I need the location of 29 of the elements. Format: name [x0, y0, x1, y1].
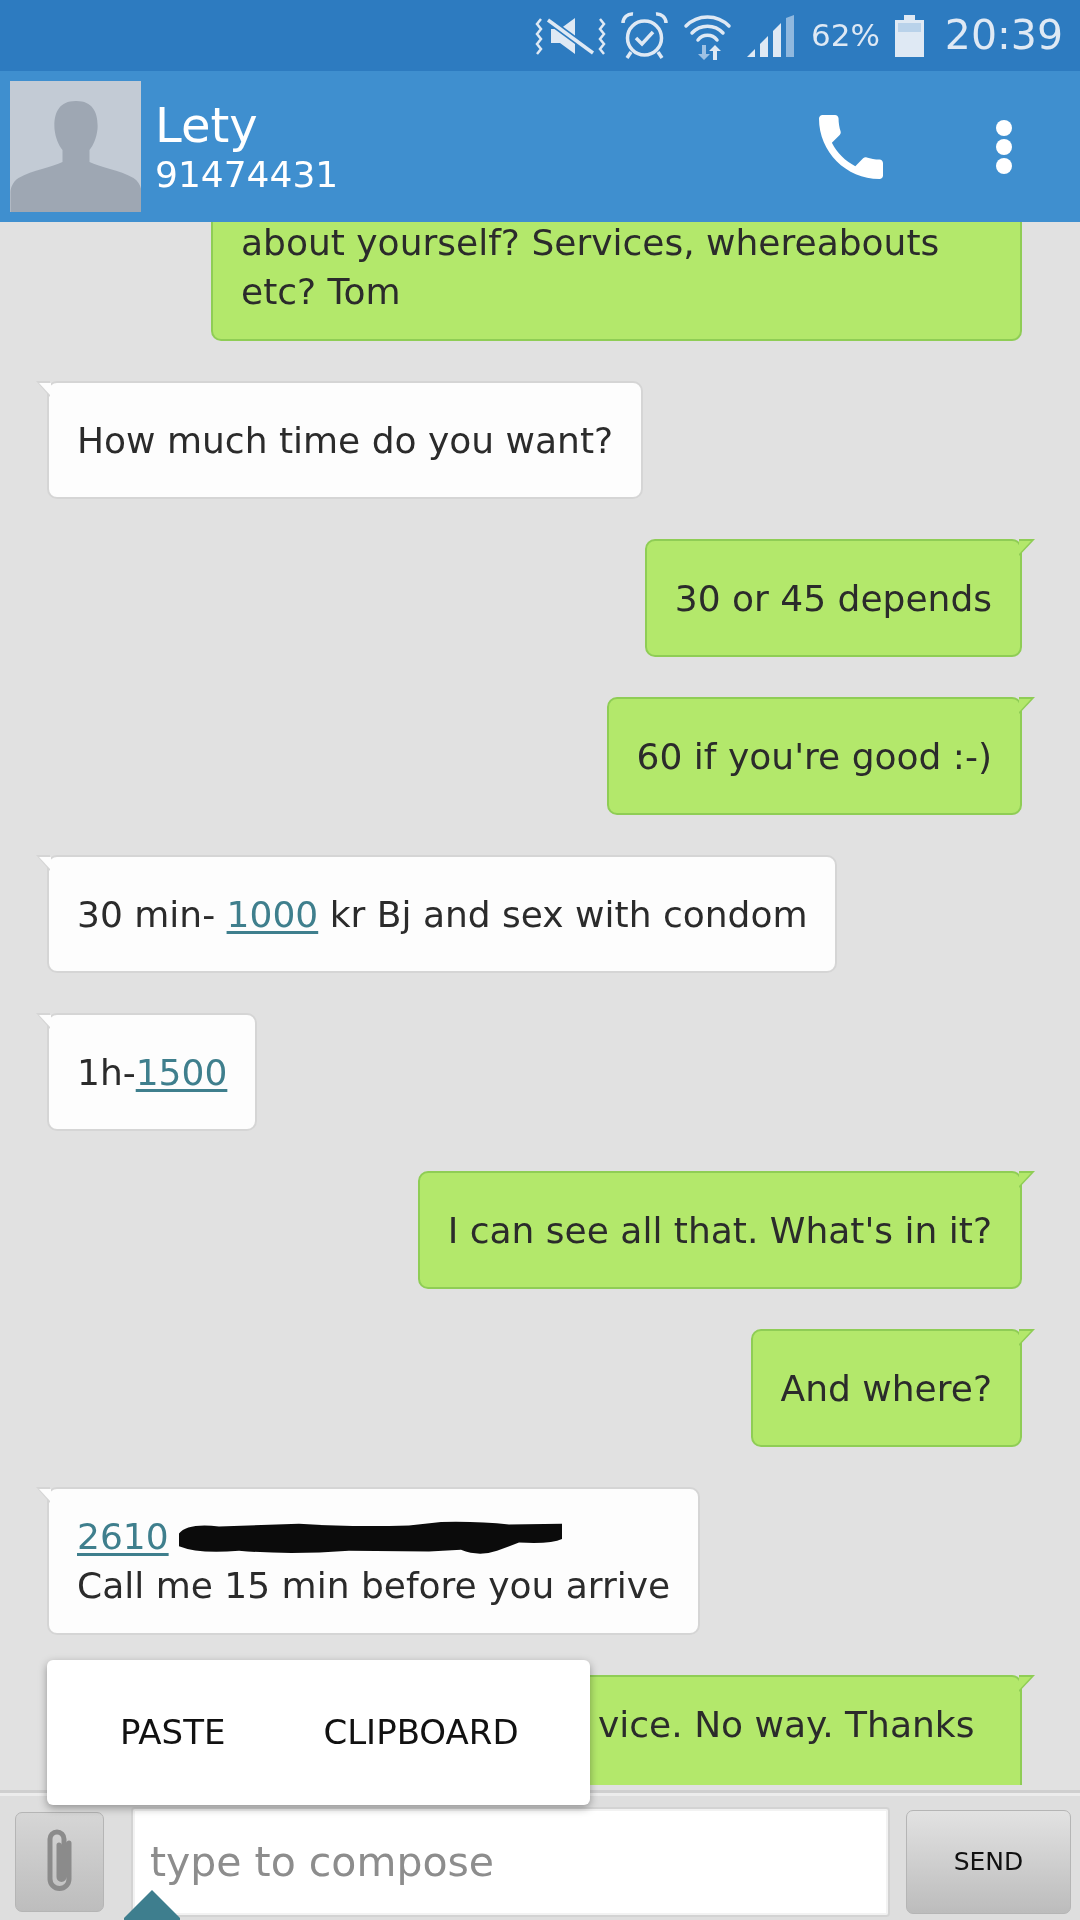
attach-button[interactable] — [15, 1811, 104, 1912]
contact-name: Lety — [155, 96, 258, 153]
message-input[interactable]: type to compose — [131, 1806, 890, 1917]
cursor-handle-icon[interactable] — [124, 1890, 180, 1920]
message-text: Call me 15 min before you arrive — [77, 1564, 671, 1608]
person-silhouette-icon — [10, 81, 141, 212]
message-text: 60 if you're good :-) — [636, 734, 992, 779]
send-button[interactable]: SEND — [906, 1809, 1071, 1914]
battery-percentage: 62% — [810, 20, 880, 51]
battery-icon — [893, 14, 925, 57]
message-text: And where? — [780, 1366, 992, 1411]
message-text: 30 min- 1000 kr Bj and sex with condom — [77, 892, 808, 937]
message-text: 1h-1500 — [77, 1050, 228, 1095]
message-text: I can see all that. What's in it? — [447, 1208, 992, 1253]
number-link[interactable]: 2610 — [77, 1516, 169, 1557]
alarm-clock-icon — [619, 11, 669, 60]
number-link[interactable]: 1500 — [135, 1051, 228, 1093]
menu-item[interactable]: CLIPBOARD — [298, 1687, 544, 1778]
menu-item[interactable]: PASTE — [95, 1687, 251, 1778]
contact-number: 91474431 — [155, 152, 339, 197]
more-options-icon — [994, 118, 1014, 175]
signal-icon — [745, 14, 797, 57]
status-time: 20:39 — [944, 15, 1063, 56]
phone-icon — [819, 114, 883, 179]
message-text: How much time do you want? — [77, 418, 614, 463]
message-text: vice. No way. Thanks — [598, 1703, 976, 1747]
message-text: about yourself? Services, whereabouts etc? Tom — [241, 222, 941, 314]
message-text: 30 or 45 depends — [674, 576, 992, 621]
number-link[interactable]: 1000 — [226, 893, 319, 935]
